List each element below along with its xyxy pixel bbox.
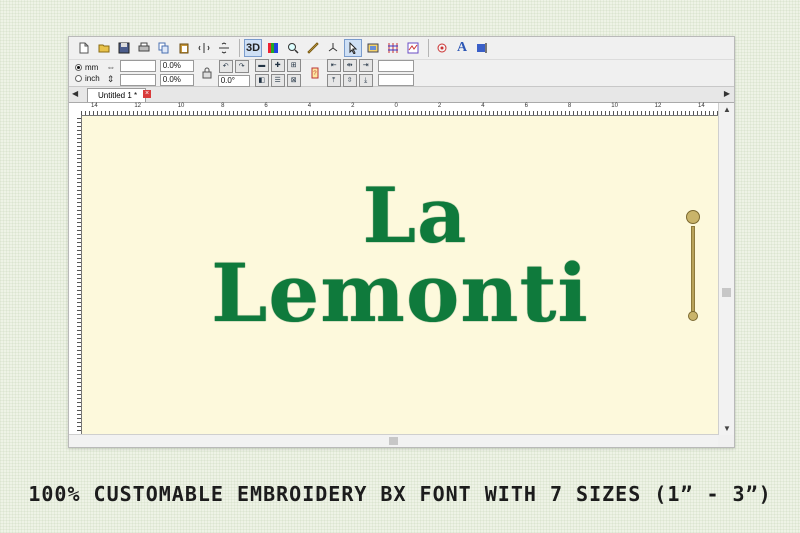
save-icon[interactable]	[115, 39, 133, 57]
toolbar-separator	[239, 39, 240, 57]
center-icon[interactable]: ✚	[270, 59, 285, 72]
spacing-fields	[377, 59, 414, 87]
arrange-icon[interactable]: ⊠	[286, 74, 301, 87]
text-tool-icon[interactable]: ?	[306, 62, 324, 84]
wave-icon[interactable]	[404, 39, 422, 57]
bar-icon[interactable]	[473, 39, 491, 57]
align-middle-icon[interactable]: ☰	[270, 74, 285, 87]
node-icon[interactable]	[324, 39, 342, 57]
unit-option-inch[interactable]: inch	[75, 73, 100, 84]
align-top-icon[interactable]: ▬	[254, 59, 269, 72]
main-toolbar: 3D A	[69, 37, 734, 60]
radio-inch[interactable]	[75, 75, 82, 82]
ruler-tick-label: 8	[221, 103, 225, 109]
flip-icon[interactable]	[215, 39, 233, 57]
ruler-tick-label: 14	[91, 103, 98, 109]
zoom-slider[interactable]	[686, 210, 700, 326]
lock-ratio-icon[interactable]	[198, 64, 216, 82]
ruler-tick-label: 2	[437, 103, 442, 109]
unit-mm-label: mm	[85, 63, 99, 72]
horizontal-ruler: 14 12 10 8 6 4 2 0 2 4 6 8 10 12 14	[81, 103, 718, 116]
scroll-down-icon[interactable]: ▼	[723, 424, 731, 433]
zoom-handle[interactable]	[688, 311, 698, 321]
height-input[interactable]	[119, 74, 156, 86]
size-fields	[119, 59, 156, 87]
3d-view-button[interactable]: 3D	[244, 39, 262, 57]
stitch-icon[interactable]	[364, 39, 382, 57]
vertical-scroll-thumb[interactable]	[722, 288, 731, 297]
horizontal-scroll-thumb[interactable]	[389, 437, 398, 445]
rotation-input[interactable]: 0.0°	[217, 74, 250, 87]
compass-icon[interactable]	[686, 210, 700, 224]
promo-caption: 100% CUSTOMABLE EMBROIDERY BX FONT WITH …	[28, 482, 772, 506]
spacing-top-icon[interactable]: ⤒	[326, 74, 341, 87]
paste-icon[interactable]	[175, 39, 193, 57]
ruler-tick-label: 8	[567, 103, 572, 109]
align-group-1: ▬ ✚ ⊞ ◧ ☰ ⊠	[254, 58, 302, 88]
zoom-rail[interactable]	[691, 226, 695, 312]
spacing-h-input[interactable]	[377, 60, 414, 72]
new-file-icon[interactable]	[75, 39, 93, 57]
thread-icon[interactable]	[433, 39, 451, 57]
percent-fields: 0.0% 0.0%	[159, 59, 194, 87]
unit-option-mm[interactable]: mm	[75, 62, 100, 73]
align-left-icon[interactable]: ◧	[254, 74, 269, 87]
scroll-up-icon[interactable]: ▲	[723, 105, 731, 114]
color-icon[interactable]	[264, 39, 282, 57]
mirror-icon[interactable]	[195, 39, 213, 57]
width-percent-input[interactable]: 0.0%	[159, 60, 194, 72]
ruler-tick-label: 6	[524, 103, 528, 109]
copy-icon[interactable]	[155, 39, 173, 57]
tab-scroll-left-icon[interactable]: ◀	[72, 89, 78, 98]
rotation-group: ↶ ↷ 0.0°	[217, 59, 250, 88]
radio-mm[interactable]	[75, 64, 82, 71]
measure-icon[interactable]	[304, 39, 322, 57]
ruler-tick-label: 4	[481, 103, 485, 109]
font-icon[interactable]: A	[453, 39, 471, 57]
spacing-v-input[interactable]	[377, 74, 414, 86]
properties-toolbar: mm inch ⇔ ⇕ 0.0% 0.0% ↶ ↷ 0.0° ▬ ✚ ⊞ ◧ ☰…	[69, 58, 734, 88]
rotate-right-icon[interactable]: ↷	[234, 59, 249, 73]
ruler-tick-label: 6	[264, 103, 268, 109]
print-icon[interactable]	[135, 39, 153, 57]
width-arrow-icon: ⇔	[106, 62, 116, 72]
design-canvas[interactable]: La Lemonti	[82, 116, 718, 435]
ruler-tick-label: 4	[307, 103, 312, 109]
vertical-scrollbar[interactable]: ▲ ▼	[718, 103, 734, 435]
width-input[interactable]	[119, 60, 156, 72]
ruler-tick-label: 2	[351, 103, 355, 109]
ruler-tick-label: 10	[611, 103, 618, 109]
toolbar-separator	[428, 39, 429, 57]
close-icon[interactable]: ×	[143, 90, 151, 98]
embroidery-app-window: 3D A mm inch ⇔ ⇕ 0.0% 0.0% ↶ ↷ 0.0° ▬ ✚ …	[68, 36, 735, 448]
select-icon[interactable]	[344, 39, 362, 57]
tab-untitled-1[interactable]: Untitled 1 *	[87, 88, 147, 102]
spacing-group: ⇤ ⇹ ⇥ ⤒ ⇳ ⤓	[326, 58, 374, 88]
document-tab-bar: ◀ Untitled 1 * × ▶	[69, 87, 734, 103]
spacing-mid-icon[interactable]: ⇹	[342, 59, 357, 72]
spacing-bottom-icon[interactable]: ⤓	[358, 74, 373, 87]
horizontal-scrollbar[interactable]	[69, 434, 718, 447]
spacing-vmid-icon[interactable]: ⇳	[342, 74, 357, 87]
ruler-tick-label: 0	[394, 103, 398, 109]
open-folder-icon[interactable]	[95, 39, 113, 57]
embroidery-text-line-2[interactable]: Lemonti	[82, 246, 718, 340]
vertical-ruler	[69, 115, 82, 435]
height-arrow-icon: ⇕	[106, 74, 115, 84]
zoom-icon[interactable]	[284, 39, 302, 57]
ruler-tick-label: 10	[177, 103, 185, 109]
distribute-icon[interactable]: ⊞	[286, 59, 301, 72]
unit-inch-label: inch	[85, 74, 100, 83]
spacing-right-icon[interactable]: ⇥	[358, 59, 373, 72]
ruler-tick-label: 14	[698, 103, 705, 109]
ruler-tick-label: 12	[654, 103, 662, 109]
tab-scroll-right-icon[interactable]: ▶	[724, 89, 730, 98]
size-icons: ⇔ ⇕	[106, 61, 116, 85]
ruler-tick-label: 12	[134, 103, 142, 109]
rotate-left-icon[interactable]: ↶	[218, 59, 233, 73]
spacing-left-icon[interactable]: ⇤	[326, 59, 341, 72]
grid-icon[interactable]	[384, 39, 402, 57]
unit-selector: mm inch	[75, 62, 100, 84]
height-percent-input[interactable]: 0.0%	[159, 74, 194, 86]
